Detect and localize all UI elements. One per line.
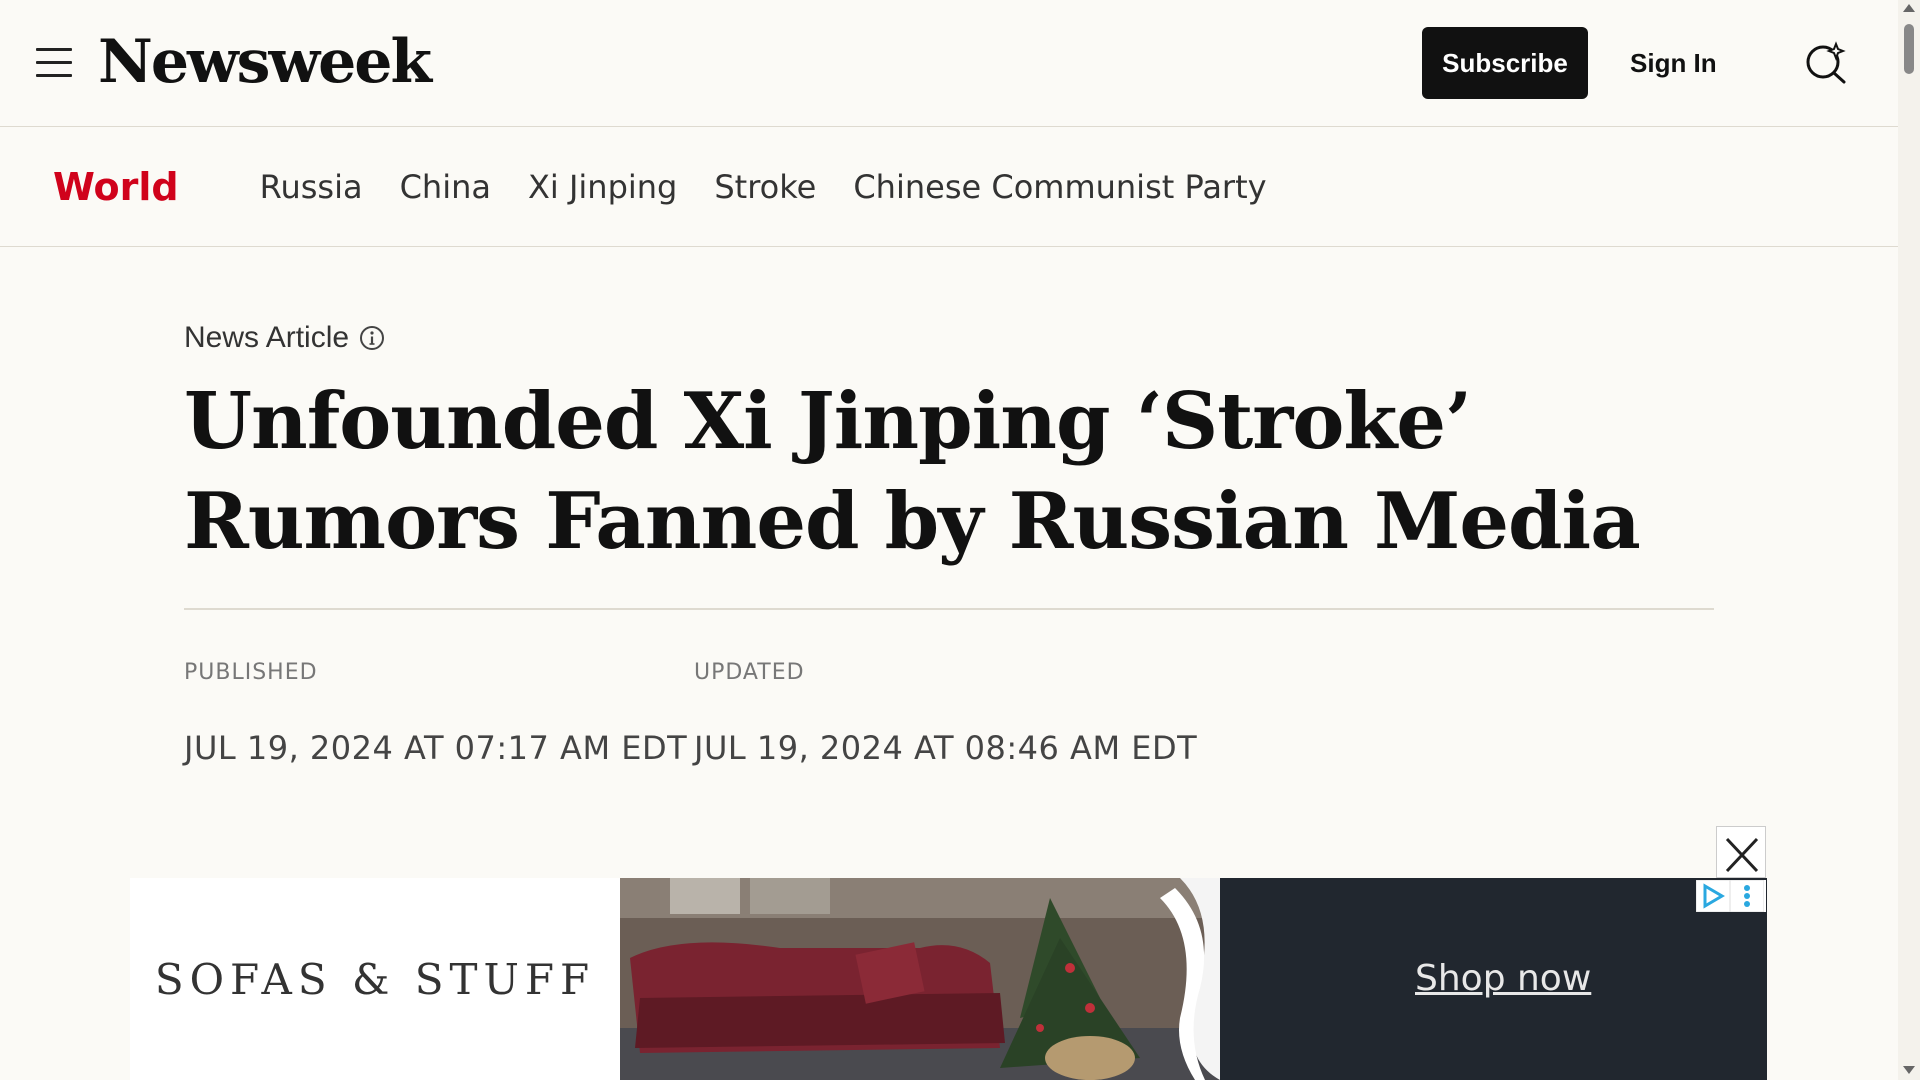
article-headline: Unfounded Xi Jinping ‘Stroke’ Rumors Fan… (184, 376, 1641, 567)
updated-block: UPDATED JUL 19, 2024 AT 08:46 AM EDT (694, 646, 1197, 767)
ad-options-icon (1730, 880, 1764, 912)
ad-choices-icon (1696, 880, 1730, 912)
info-icon[interactable] (359, 325, 385, 351)
ad-sofa-photo (620, 878, 1220, 1080)
article-type-label: News Article (184, 321, 350, 354)
article-type: News Article (184, 316, 1714, 360)
scroll-down-arrow-icon[interactable] (1903, 1066, 1915, 1074)
article-dates: PUBLISHED JUL 19, 2024 AT 07:17 AM EDT U… (184, 646, 1714, 806)
site-header: Newsweek Subscribe Sign In (0, 0, 1898, 127)
published-block: PUBLISHED JUL 19, 2024 AT 07:17 AM EDT (184, 646, 687, 767)
menu-icon[interactable] (36, 48, 72, 78)
page-scrollbar[interactable] (1898, 0, 1920, 1080)
ai-search-icon[interactable] (1804, 40, 1848, 84)
tag-chinese-communist-party[interactable]: Chinese Communist Party (853, 168, 1266, 206)
tag-stroke[interactable]: Stroke (714, 168, 816, 206)
ad-close-button[interactable] (1716, 826, 1766, 878)
tag-russia[interactable]: Russia (260, 168, 363, 206)
updated-date: JUL 19, 2024 AT 08:46 AM EDT (694, 729, 1198, 767)
headline-divider (184, 608, 1714, 610)
close-icon (1725, 837, 1759, 873)
updated-label: UPDATED (694, 660, 805, 685)
scroll-up-arrow-icon[interactable] (1903, 4, 1915, 12)
ad-brand-logo: SOFAS & STUFF (154, 954, 596, 1004)
topic-nav: World Russia China Xi Jinping Stroke Chi… (0, 127, 1898, 247)
published-label: PUBLISHED (184, 660, 318, 685)
scroll-thumb[interactable] (1904, 24, 1914, 74)
published-date: JUL 19, 2024 AT 07:17 AM EDT (184, 729, 688, 767)
ad-choices[interactable] (1696, 880, 1766, 912)
subscribe-button[interactable]: Subscribe (1422, 27, 1588, 99)
tag-xi-jinping[interactable]: Xi Jinping (528, 168, 677, 206)
newsweek-logo[interactable]: Newsweek (98, 26, 432, 98)
section-world-link[interactable]: World (53, 165, 179, 209)
ad-shop-now-link[interactable]: Shop now (1415, 958, 1591, 999)
tag-china[interactable]: China (400, 168, 491, 206)
article-header: News Article Unfounded Xi Jinping ‘Strok… (184, 316, 1714, 767)
sign-in-link[interactable]: Sign In (1630, 27, 1717, 99)
banner-ad[interactable]: SOFAS & STUFF Shop now (130, 878, 1767, 1080)
ad-brand-panel: SOFAS & STUFF (130, 878, 620, 1080)
